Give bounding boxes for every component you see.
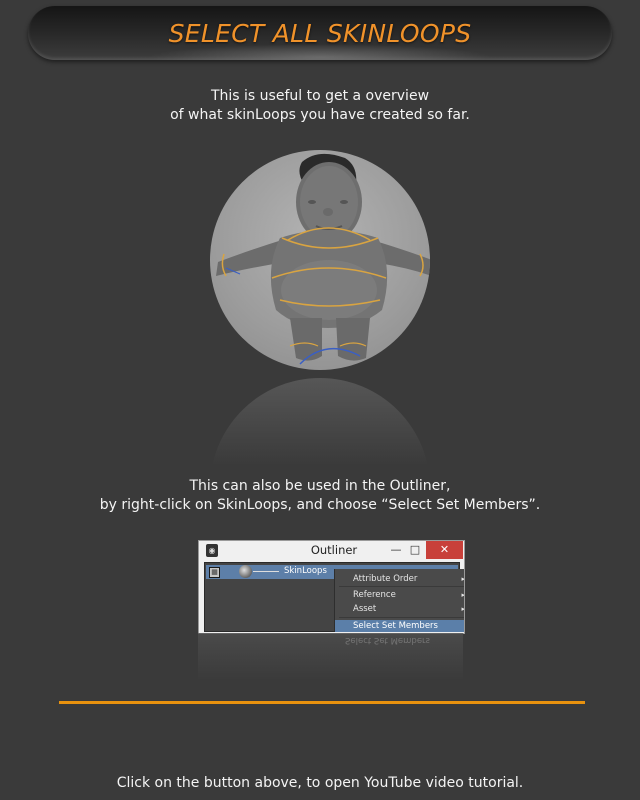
preview-reflection: [210, 378, 430, 488]
submenu-arrow-icon: ▸: [461, 591, 465, 599]
menu-item-attribute-order[interactable]: Attribute Order ▸: [335, 573, 465, 585]
menu-item-label: Select Set Members: [353, 621, 438, 631]
submenu-arrow-icon: ▸: [461, 575, 465, 583]
menu-item-asset[interactable]: Asset ▸: [335, 603, 465, 615]
menu-item-label: Attribute Order: [353, 574, 418, 584]
close-button[interactable]: ✕: [426, 541, 463, 559]
intro-line-2: of what skinLoops you have created so fa…: [170, 107, 470, 123]
outliner-panel: ▦ SkinLoops Attribute Order ▸ Reference …: [204, 562, 464, 632]
character-preview-image: [210, 150, 430, 370]
connector-line: [253, 571, 279, 572]
menu-item-label: Asset: [353, 604, 377, 614]
maximize-button[interactable]: □: [404, 541, 426, 559]
outliner-text-line-1: This can also be used in the Outliner,: [189, 478, 451, 494]
orange-divider: [59, 701, 585, 704]
menu-separator: [339, 586, 464, 587]
outliner-titlebar: ◉ Outliner — □ ✕: [199, 541, 464, 561]
outliner-text-line-2: by right-click on SkinLoops, and choose …: [99, 497, 541, 513]
page-title: SELECT ALL SKINLOOPS: [168, 19, 472, 48]
menu-separator: [339, 617, 464, 618]
reflected-menu-label: Select Set Members: [345, 635, 430, 645]
maya-app-icon: ◉: [206, 544, 218, 557]
header-banner: SELECT ALL SKINLOOPS: [28, 6, 612, 60]
submenu-arrow-icon: ▸: [461, 605, 465, 613]
menu-item-select-set-members[interactable]: Select Set Members: [335, 620, 464, 632]
character-model-illustration: [216, 153, 430, 365]
menu-item-reference[interactable]: Reference ▸: [335, 589, 465, 601]
intro-line-1: This is useful to get a overview: [210, 88, 430, 104]
outliner-reflection: Select Set Members: [198, 633, 463, 681]
tree-item-label: SkinLoops: [284, 566, 327, 576]
context-menu: Attribute Order ▸ Reference ▸ Asset ▸ Se…: [334, 569, 465, 632]
footer-text: Click on the button above, to open YouTu…: [116, 775, 524, 791]
outliner-window: ◉ Outliner — □ ✕ ▦ SkinLoops Attribute O…: [198, 540, 465, 634]
menu-item-label: Reference: [353, 590, 396, 600]
sphere-node-icon: [239, 565, 252, 578]
outliner-title: Outliner: [310, 543, 358, 557]
set-icon: ▦: [209, 567, 220, 578]
